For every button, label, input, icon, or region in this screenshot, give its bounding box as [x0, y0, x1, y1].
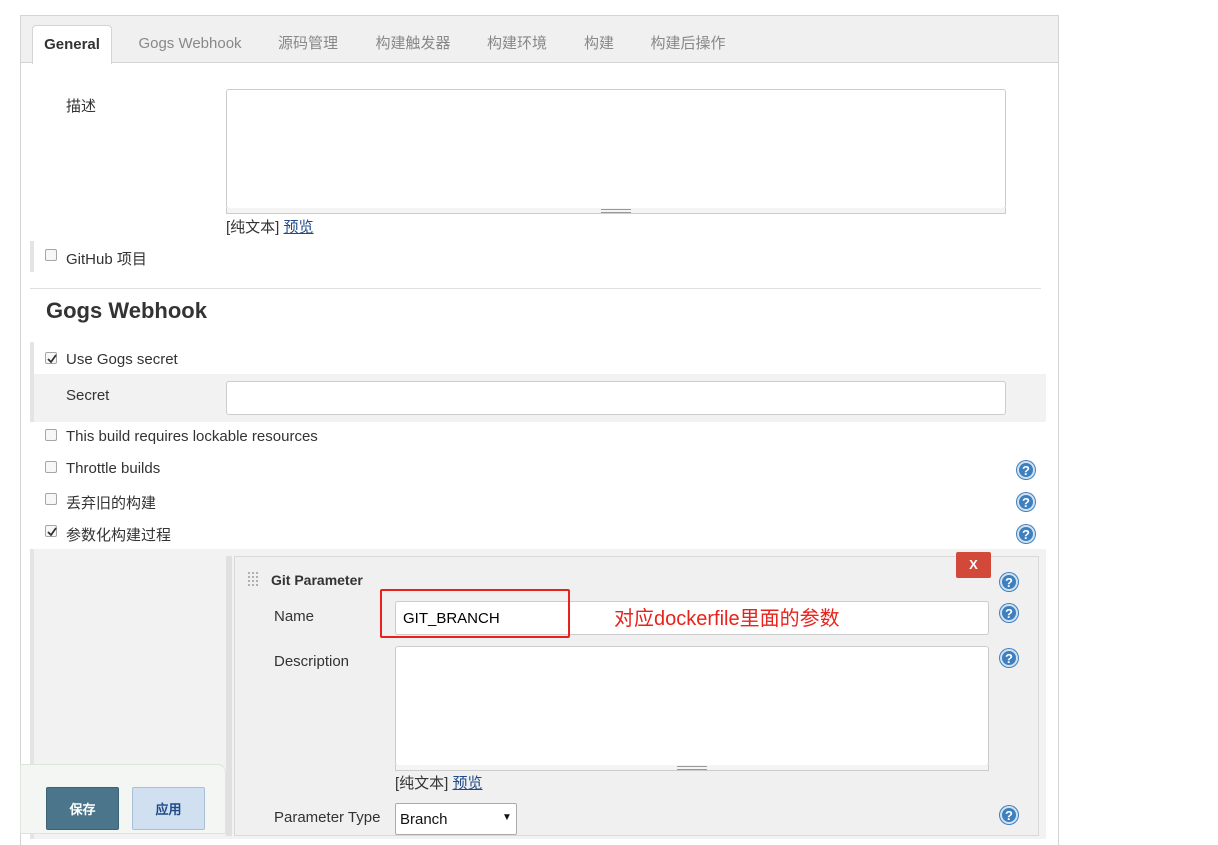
param-description-format-hint: [纯文本] 预览 [395, 772, 483, 793]
delete-parameter-button[interactable]: X [956, 552, 991, 578]
gogs-section-title: Gogs Webhook [46, 298, 207, 323]
lockable-resources-checkbox[interactable] [45, 429, 57, 441]
throttle-builds-label: Throttle builds [66, 460, 161, 477]
caret-down-icon: ▼ [502, 812, 512, 823]
tab-source-control[interactable]: 源码管理 [264, 27, 352, 62]
parameterized-build-label: 参数化构建过程 [66, 527, 172, 544]
checkmark-icon [47, 354, 57, 364]
param-type-selected-value: Branch [400, 811, 448, 828]
git-parameter-title: Git Parameter [271, 572, 363, 588]
help-icon[interactable]: ? [1000, 649, 1018, 667]
secret-label: Secret [66, 387, 110, 404]
plain-text-label: [纯文本] [226, 219, 280, 236]
help-icon[interactable]: ? [1000, 573, 1018, 591]
help-icon[interactable]: ? [1000, 604, 1018, 622]
help-icon[interactable]: ? [1017, 493, 1035, 511]
param-description-label: Description [274, 653, 350, 670]
plain-text-label: [纯文本] [395, 775, 449, 792]
discard-old-builds-checkbox[interactable] [45, 493, 57, 505]
secret-input[interactable] [226, 381, 1006, 415]
use-gogs-secret-label: Use Gogs secret [66, 351, 178, 368]
section-indent-bar [30, 241, 34, 272]
throttle-builds-checkbox[interactable] [45, 461, 57, 473]
tab-build-triggers[interactable]: 构建触发器 [362, 27, 464, 62]
help-icon[interactable]: ? [1017, 525, 1035, 543]
github-project-checkbox[interactable] [45, 249, 57, 261]
help-icon[interactable]: ? [1017, 461, 1035, 479]
drag-handle-icon[interactable] [247, 571, 262, 589]
section-divider [30, 288, 1041, 289]
discard-old-builds-label: 丢弃旧的构建 [66, 495, 157, 512]
param-type-label: Parameter Type [274, 809, 381, 826]
param-description-resize-handle[interactable] [395, 765, 989, 771]
help-icon[interactable]: ? [1000, 806, 1018, 824]
annotation-text: 对应dockerfile里面的参数 [614, 608, 840, 630]
apply-button[interactable]: 应用 [132, 787, 205, 830]
parameter-indent-bar [226, 556, 232, 836]
lockable-resources-label: This build requires lockable resources [66, 428, 318, 445]
param-description-textarea[interactable] [395, 646, 989, 766]
preview-link[interactable]: 预览 [453, 775, 483, 792]
description-format-hint: [纯文本] 预览 [226, 216, 314, 237]
preview-link[interactable]: 预览 [284, 219, 314, 236]
tab-build[interactable]: 构建 [570, 27, 628, 62]
param-name-label: Name [274, 608, 315, 625]
description-resize-handle[interactable] [226, 208, 1006, 214]
tab-build-environment[interactable]: 构建环境 [474, 27, 560, 62]
tab-general[interactable]: General [32, 25, 112, 64]
checkmark-icon [47, 527, 57, 537]
annotation-highlight-box [380, 589, 570, 638]
tab-post-build[interactable]: 构建后操作 [638, 27, 738, 62]
description-label: 描述 [66, 98, 97, 115]
parameterized-build-checkbox[interactable] [45, 525, 57, 537]
description-textarea[interactable] [226, 89, 1006, 209]
github-project-label: GitHub 项目 [66, 251, 147, 268]
use-gogs-secret-checkbox[interactable] [45, 352, 57, 364]
param-type-select[interactable]: Branch ▼ [395, 803, 517, 835]
save-button[interactable]: 保存 [46, 787, 119, 830]
tab-gogs-webhook[interactable]: Gogs Webhook [124, 27, 256, 62]
